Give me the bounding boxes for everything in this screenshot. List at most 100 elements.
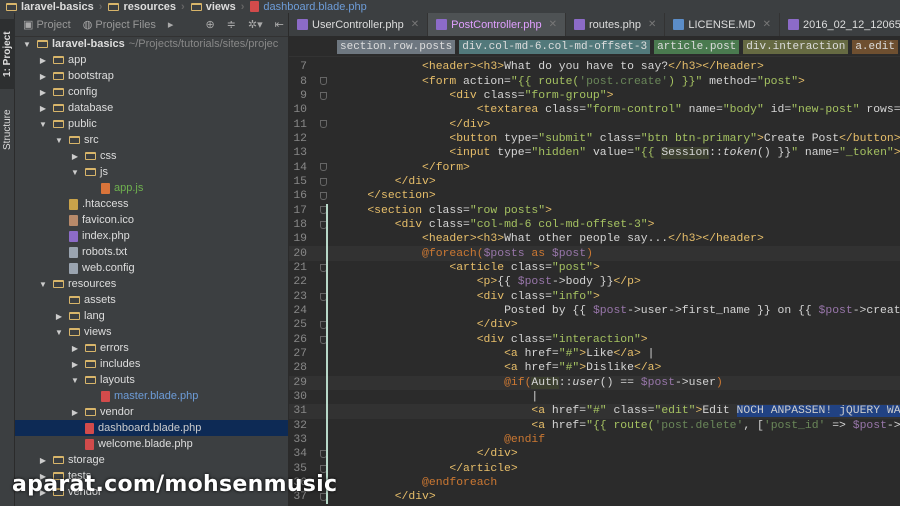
code-line[interactable]: 16 </section> bbox=[289, 189, 900, 203]
expanded-arrow-icon[interactable]: ▼ bbox=[69, 376, 81, 385]
tree-item[interactable]: ▶ storage bbox=[15, 452, 288, 468]
expanded-arrow-icon[interactable]: ▼ bbox=[53, 328, 65, 337]
close-tab-icon[interactable]: ✕ bbox=[648, 19, 656, 30]
more-tabs-icon[interactable]: ▸ bbox=[168, 18, 174, 31]
code-line[interactable]: 32 <a href= "{{ route('post.delete', ['po… bbox=[289, 419, 900, 433]
code-line[interactable]: 37 </div> bbox=[289, 490, 900, 504]
tree-item[interactable]: ▼ layouts bbox=[15, 372, 288, 388]
tree-item[interactable]: assets bbox=[15, 292, 288, 308]
tree-item[interactable]: dashboard.blade.php bbox=[15, 420, 288, 436]
collapsed-arrow-icon[interactable]: ▶ bbox=[69, 152, 81, 161]
code-line[interactable]: 13 <input type= "hidden" value= "{{ Sessio… bbox=[289, 146, 900, 160]
collapsed-arrow-icon[interactable]: ▶ bbox=[37, 456, 49, 465]
scroll-from-source-icon[interactable]: ⊕ bbox=[205, 18, 214, 31]
nav-crumb-project[interactable]: laravel-basics › bbox=[6, 1, 102, 13]
tree-item[interactable]: ▶ css bbox=[15, 148, 288, 164]
tree-item[interactable]: ▶ database bbox=[15, 100, 288, 116]
collapsed-arrow-icon[interactable]: ▶ bbox=[53, 312, 65, 321]
nav-crumb-file[interactable]: dashboard.blade.php bbox=[250, 1, 367, 13]
tree-item[interactable]: index.php bbox=[15, 228, 288, 244]
expanded-arrow-icon[interactable]: ▼ bbox=[37, 120, 49, 129]
code-line[interactable]: 23 <div class= "info" > bbox=[289, 290, 900, 304]
tree-item[interactable]: ▶ vendor bbox=[15, 404, 288, 420]
tree-item[interactable]: ▶ app bbox=[15, 52, 288, 68]
collapsed-arrow-icon[interactable]: ▶ bbox=[69, 344, 81, 353]
expanded-arrow-icon[interactable]: ▼ bbox=[69, 168, 81, 177]
code-line[interactable]: 9 <div class= "form-group" > bbox=[289, 89, 900, 103]
code-line[interactable]: 35 </article> bbox=[289, 462, 900, 476]
tree-item[interactable]: ▼ js bbox=[15, 164, 288, 180]
tree-item[interactable]: ▼ laravel-basics ~/Projects/tutorials/site… bbox=[15, 36, 288, 52]
code-line[interactable]: 27 <a href= "#" > Like </a> | bbox=[289, 347, 900, 361]
code-line[interactable]: 14 </form> bbox=[289, 160, 900, 174]
code-line[interactable]: 7 <header><h3> What do you have to say? </… bbox=[289, 60, 900, 74]
close-tab-icon[interactable]: ✕ bbox=[411, 19, 419, 30]
tab-project[interactable]: ▣ Project bbox=[23, 18, 71, 31]
tree-item[interactable]: welcome.blade.php bbox=[15, 436, 288, 452]
tree-item[interactable]: .htaccess bbox=[15, 196, 288, 212]
tree-item[interactable]: ▶ errors bbox=[15, 340, 288, 356]
editor-tab[interactable]: UserController.php ✕ bbox=[289, 13, 429, 36]
project-tool-tab[interactable]: 1: Project bbox=[0, 19, 15, 89]
tree-item[interactable]: ▶ includes bbox=[15, 356, 288, 372]
code-line[interactable]: 8 <form action= "{{ route('post.create') … bbox=[289, 74, 900, 88]
tree-item[interactable]: ▶ bootstrap bbox=[15, 68, 288, 84]
tree-item[interactable]: robots.txt bbox=[15, 244, 288, 260]
code-line[interactable]: 33 @endif bbox=[289, 433, 900, 447]
code-line[interactable]: 31 <a href= "#" class= "edit" > Edit NOCH AN… bbox=[289, 404, 900, 419]
structure-tool-tab[interactable]: Structure bbox=[0, 95, 15, 165]
code-line[interactable]: 17 <section class= "row posts" > bbox=[289, 203, 900, 217]
fold-marker-icon[interactable] bbox=[320, 120, 327, 129]
gear-icon[interactable]: ✲▾ bbox=[248, 18, 263, 31]
tree-item[interactable]: ▼ resources bbox=[15, 276, 288, 292]
tree-item[interactable]: ▼ views bbox=[15, 324, 288, 340]
tree-item[interactable]: web.config bbox=[15, 260, 288, 276]
collapsed-arrow-icon[interactable]: ▶ bbox=[37, 104, 49, 113]
tree-item[interactable]: app.js bbox=[15, 180, 288, 196]
nav-crumb-resources[interactable]: resources › bbox=[108, 1, 185, 13]
tree-item[interactable]: ▼ public bbox=[15, 116, 288, 132]
fold-marker-icon[interactable] bbox=[320, 77, 327, 86]
code-line[interactable]: 19 <header><h3> What other people say... <… bbox=[289, 232, 900, 246]
editor-tab[interactable]: LICENSE.MD ✕ bbox=[665, 13, 781, 36]
expanded-arrow-icon[interactable]: ▼ bbox=[53, 136, 65, 145]
editor-tab[interactable]: 2016_02_12_120658_create_po bbox=[780, 13, 900, 36]
editor-tab[interactable]: PostController.php ✕ bbox=[428, 13, 566, 36]
nav-crumb-views[interactable]: views › bbox=[190, 1, 244, 13]
code-line[interactable]: 30 | bbox=[289, 390, 900, 404]
code-line[interactable]: 36 @endforeach bbox=[289, 476, 900, 490]
close-tab-icon[interactable]: ✕ bbox=[763, 19, 771, 30]
code-line[interactable]: 18 <div class= "col-md-6 col-md-offset-3"… bbox=[289, 218, 900, 232]
collapsed-arrow-icon[interactable]: ▶ bbox=[69, 360, 81, 369]
code-line[interactable]: 24 Posted by {{ $post ->user->first_name … bbox=[289, 304, 900, 318]
code-line[interactable]: 12 <button type= "submit" class= "btn btn-… bbox=[289, 132, 900, 146]
expanded-arrow-icon[interactable]: ▼ bbox=[21, 40, 33, 49]
tree-item[interactable]: favicon.ico bbox=[15, 212, 288, 228]
code-line[interactable]: 11 </div> bbox=[289, 117, 900, 131]
code-line[interactable]: 10 <textarea class= "form-control" name= "… bbox=[289, 103, 900, 117]
breadcrumb-a[interactable]: a.edit bbox=[852, 39, 898, 54]
code-line[interactable]: 22 <p>{{ $post ->body }} </p> bbox=[289, 275, 900, 289]
collapse-all-icon[interactable]: ≑ bbox=[227, 18, 236, 31]
fold-marker-icon[interactable] bbox=[320, 192, 327, 201]
collapsed-arrow-icon[interactable]: ▶ bbox=[37, 88, 49, 97]
tree-item[interactable]: ▼ src bbox=[15, 132, 288, 148]
code-line[interactable]: 25 </div> bbox=[289, 318, 900, 332]
breadcrumb-section[interactable]: section.row.posts bbox=[337, 39, 456, 54]
fold-marker-icon[interactable] bbox=[320, 91, 327, 100]
breadcrumb-div[interactable]: div.col-md-6.col-md-offset-3 bbox=[459, 39, 651, 54]
hide-panel-icon[interactable]: ⇤ bbox=[275, 18, 284, 31]
code-line[interactable]: 29 @if(Auth:: user() == $post ->user) bbox=[289, 375, 900, 390]
close-tab-icon[interactable]: ✕ bbox=[549, 19, 557, 30]
code-line[interactable]: 15 </div> bbox=[289, 175, 900, 189]
tree-item[interactable]: master.blade.php bbox=[15, 388, 288, 404]
code-line[interactable]: 20 @foreach($posts as $post) bbox=[289, 246, 900, 261]
fold-marker-icon[interactable] bbox=[320, 177, 327, 186]
expanded-arrow-icon[interactable]: ▼ bbox=[37, 280, 49, 289]
tree-item[interactable]: ▶ lang bbox=[15, 308, 288, 324]
tab-project-files[interactable]: ◍ Project Files bbox=[83, 18, 156, 31]
tree-item[interactable]: ▶ config bbox=[15, 84, 288, 100]
breadcrumb-div[interactable]: div.interaction bbox=[743, 39, 849, 54]
breadcrumb-article[interactable]: article.post bbox=[654, 39, 740, 54]
code-line[interactable]: 26 <div class= "interaction" > bbox=[289, 333, 900, 347]
